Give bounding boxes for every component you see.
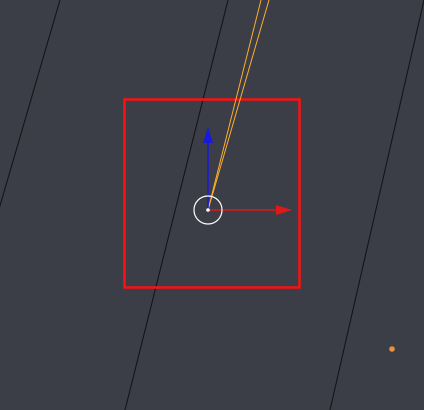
- grid-line: [329, 0, 424, 410]
- light-point-icon[interactable]: [389, 346, 395, 352]
- 3d-viewport[interactable]: [0, 0, 424, 410]
- grid-lines: [0, 0, 424, 410]
- light-direction-lines[interactable]: [207, 0, 270, 211]
- light-line: [207, 0, 262, 211]
- y-axis-arrow-icon[interactable]: [203, 127, 213, 143]
- light-line: [207, 0, 270, 211]
- x-axis-arrow-icon[interactable]: [276, 205, 292, 215]
- gizmo-x-axis[interactable]: [208, 205, 292, 215]
- viewport-canvas[interactable]: [0, 0, 424, 410]
- grid-line: [124, 0, 229, 410]
- grid-line: [0, 0, 61, 208]
